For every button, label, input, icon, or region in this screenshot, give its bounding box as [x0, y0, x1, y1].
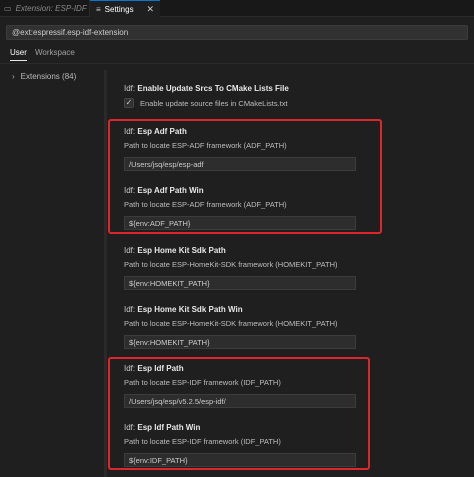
settings-scope-tabs: User Workspace	[0, 46, 474, 64]
editor-tab-bar: ▭ Extension: ESP-IDF ≡ Settings ✕	[0, 0, 474, 17]
highlight-box-adf	[108, 119, 382, 234]
tab-settings[interactable]: ≡ Settings ✕	[90, 0, 160, 17]
tab-user[interactable]: User	[10, 48, 27, 61]
setting-title: Idf: Esp Home Kit Sdk Path Win	[124, 305, 243, 314]
setting-title: Idf: Enable Update Srcs To CMake Lists F…	[124, 84, 289, 93]
setting-text-field[interactable]: ${env:HOMEKIT_PATH}	[124, 276, 356, 290]
settings-search-input[interactable]: @ext:espressif.esp-idf-extension	[6, 25, 468, 40]
tab-extension-esp-idf[interactable]: ▭ Extension: ESP-IDF	[0, 0, 90, 17]
setting-esp-homekit-sdk-path: Idf: Esp Home Kit Sdk Path Path to locat…	[124, 246, 356, 290]
setting-checkbox-row: ✓ Enable update source files in CMakeLis…	[124, 98, 289, 108]
setting-esp-homekit-sdk-path-win: Idf: Esp Home Kit Sdk Path Win Path to l…	[124, 305, 356, 349]
checkbox-label: Enable update source files in CMakeLists…	[140, 98, 288, 108]
setting-text-field[interactable]: ${env:HOMEKIT_PATH}	[124, 335, 356, 349]
extension-icon: ▭	[4, 4, 12, 13]
setting-description: Path to locate ESP-HomeKit-SDK framework…	[124, 260, 338, 269]
checkbox[interactable]: ✓	[124, 98, 134, 108]
toc-extensions-item[interactable]: › Extensions (84)	[12, 72, 76, 81]
setting-title: Idf: Esp Home Kit Sdk Path	[124, 246, 226, 255]
settings-file-icon: ≡	[96, 4, 101, 14]
toc-divider	[104, 70, 107, 477]
tab-label: Settings	[104, 4, 134, 14]
close-icon[interactable]: ✕	[146, 4, 154, 15]
chevron-right-icon: ›	[12, 72, 15, 81]
setting-enable-update-srcs: Idf: Enable Update Srcs To CMake Lists F…	[124, 84, 289, 108]
tab-label: Extension: ESP-IDF	[15, 4, 87, 13]
toc-label: Extensions (84)	[20, 72, 77, 81]
setting-description: Path to locate ESP-HomeKit-SDK framework…	[124, 319, 338, 328]
highlight-box-idf	[108, 357, 370, 470]
tab-workspace[interactable]: Workspace	[35, 48, 75, 57]
